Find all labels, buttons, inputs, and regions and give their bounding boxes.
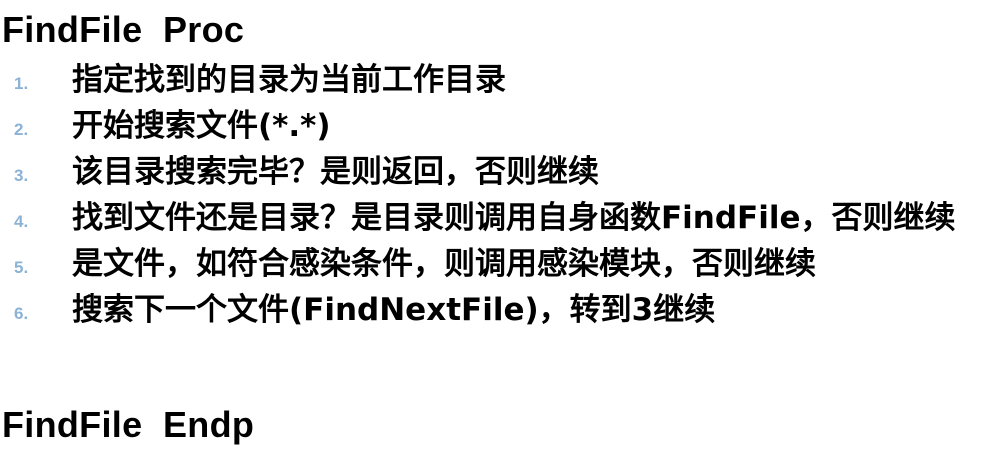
step-number: 6. xyxy=(14,304,29,323)
step-item: 4. 找到文件还是目录？是目录则调用自身函数FindFile，否则继续 xyxy=(0,198,999,238)
step-number: 3. xyxy=(14,166,29,185)
step-number: 1. xyxy=(14,74,29,93)
step-number: 5. xyxy=(14,258,29,277)
step-number: 4. xyxy=(14,212,29,231)
step-text: 搜索下一个文件(FindNextFile)，转到3继续 xyxy=(72,292,716,328)
step-list: 1. 指定找到的目录为当前工作目录 2. 开始搜索文件(*.*) 3. 该目录搜… xyxy=(0,60,999,336)
step-text: 开始搜索文件(*.*) xyxy=(72,108,331,144)
step-text: 找到文件还是目录？是目录则调用自身函数FindFile，否则继续 xyxy=(72,200,956,236)
step-item: 5. 是文件，如符合感染条件，则调用感染模块，否则继续 xyxy=(0,244,999,284)
endp-heading: FindFile Endp xyxy=(2,404,255,445)
step-text: 是文件，如符合感染条件，则调用感染模块，否则继续 xyxy=(72,246,816,282)
step-text: 该目录搜索完毕？是则返回，否则继续 xyxy=(72,154,599,190)
step-text: 指定找到的目录为当前工作目录 xyxy=(72,62,506,98)
step-item: 2. 开始搜索文件(*.*) xyxy=(0,106,999,146)
step-item: 3. 该目录搜索完毕？是则返回，否则继续 xyxy=(0,152,999,192)
step-number: 2. xyxy=(14,120,29,139)
proc-heading: FindFile Proc xyxy=(2,9,245,50)
step-item: 1. 指定找到的目录为当前工作目录 xyxy=(0,60,999,100)
step-item: 6. 搜索下一个文件(FindNextFile)，转到3继续 xyxy=(0,290,999,330)
